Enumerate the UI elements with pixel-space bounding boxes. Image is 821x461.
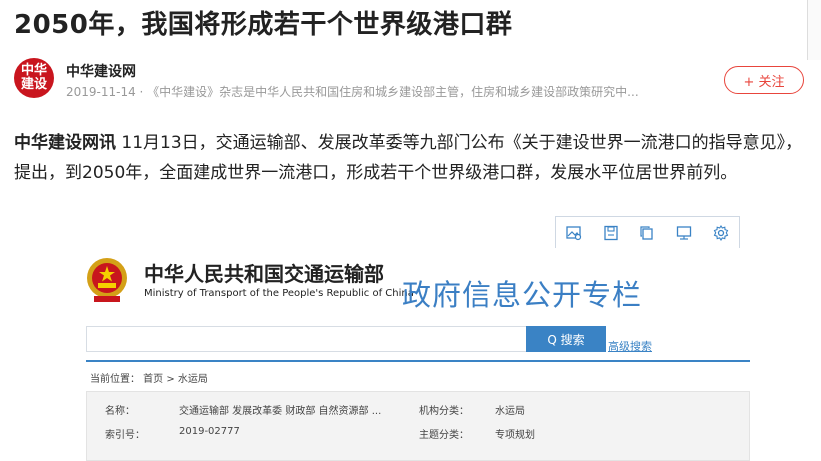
screen-icon[interactable] — [673, 222, 695, 244]
topic-label: 主题分类： — [419, 430, 469, 441]
image-toolbar — [555, 216, 740, 250]
index-label: 索引号： — [105, 430, 145, 441]
index-value: 2019-02777 — [179, 426, 240, 437]
article-title: 2050年，我国将形成若干个世界级港口群 — [14, 10, 513, 40]
image-search-icon[interactable] — [563, 222, 585, 244]
advanced-search-link[interactable]: 高级搜索 — [608, 338, 652, 354]
ministry-name-cn: 中华人民共和国交通运输部 — [144, 262, 384, 286]
author-name[interactable]: 中华建设网 — [66, 61, 136, 81]
national-emblem-icon — [84, 256, 130, 304]
topic-value: 专项规划 — [495, 430, 535, 441]
article-text: 11月13日，交通运输部、发展改革委等九部门公布《关于建设世界一流港口的指导意见… — [14, 133, 803, 183]
agency-value: 水运局 — [495, 406, 525, 417]
avatar-text-top: 中华 — [20, 63, 47, 78]
copy-icon[interactable] — [636, 222, 658, 244]
article-meta: 2019-11-14 · 《中华建设》杂志是中华人民共和国住房和城乡建设部主管，… — [66, 85, 639, 99]
follow-button[interactable]: + 关注 — [724, 66, 804, 94]
save-icon[interactable] — [600, 222, 622, 244]
article-lead: 中华建设网讯 — [14, 133, 116, 153]
settings-icon[interactable] — [710, 222, 732, 244]
avatar-text-bottom: 建设 — [20, 77, 47, 92]
document-info-table: 名称： 交通运输部 发展改革委 财政部 自然资源部 ... 机构分类： 水运局 … — [86, 391, 750, 461]
agency-label: 机构分类： — [419, 406, 469, 417]
name-label: 名称： — [105, 406, 135, 417]
divider — [86, 360, 750, 362]
name-value: 交通运输部 发展改革委 财政部 自然资源部 ... — [179, 406, 382, 417]
embedded-screenshot: 中华人民共和国交通运输部 Ministry of Transport of th… — [70, 248, 750, 461]
ministry-name-en: Ministry of Transport of the People's Re… — [144, 288, 414, 299]
gov-search-button[interactable]: Q 搜索 — [526, 326, 606, 352]
breadcrumb: 当前位置： 首页 > 水运局 — [90, 374, 208, 385]
article-body: 中华建设网讯 11月13日，交通运输部、发展改革委等九部门公布《关于建设世界一流… — [14, 128, 814, 188]
scrollbar[interactable] — [807, 0, 821, 60]
info-disclosure-banner: 政府信息公开专栏 — [402, 278, 643, 312]
author-avatar[interactable]: 中华 建设 — [14, 58, 54, 98]
